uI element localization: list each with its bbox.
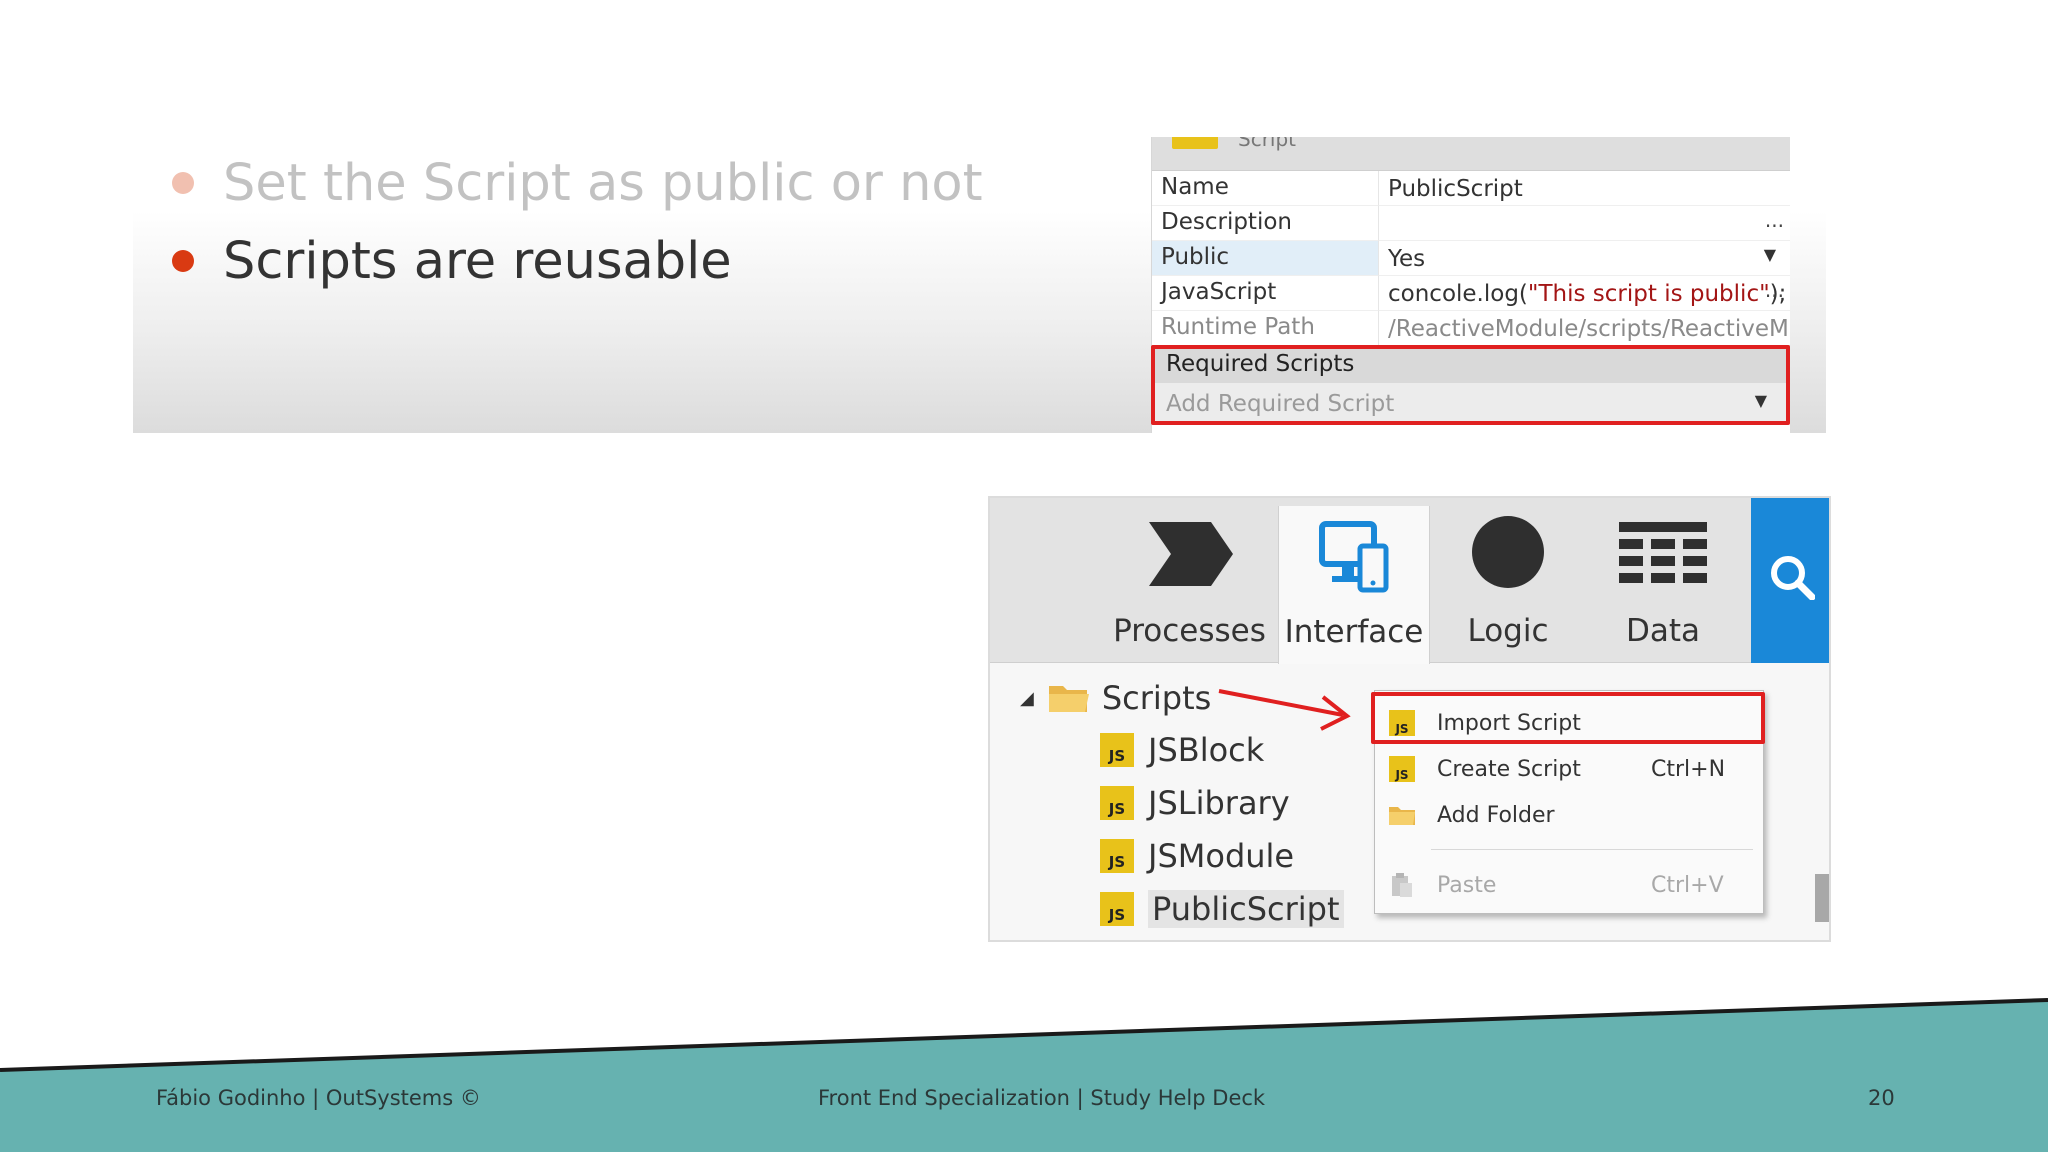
property-row-runtime-path: Runtime Path /ReactiveModule/scripts/Rea… <box>1152 311 1790 346</box>
footer-band <box>0 998 2048 1152</box>
menu-item-paste: Paste Ctrl+V <box>1375 863 1765 907</box>
tab-processes[interactable]: Processes <box>1112 498 1267 663</box>
bullet-text: Set the Script as public or not <box>223 153 983 213</box>
bullet-text: Scripts are reusable <box>223 231 732 291</box>
property-row-name[interactable]: Name PublicScript <box>1152 171 1790 206</box>
property-value-runtime-path: /ReactiveModule/scripts/ReactiveModu <box>1379 311 1790 346</box>
tree-item-selected[interactable]: JS PublicScript <box>1100 885 1344 933</box>
search-button[interactable] <box>1751 498 1829 663</box>
menu-item-label: Create Script <box>1437 756 1581 782</box>
tree-item-label: JSLibrary <box>1148 784 1290 822</box>
js-icon: JS <box>1389 756 1415 782</box>
paste-icon <box>1392 873 1412 897</box>
tree-item[interactable]: JS JSModule <box>1100 832 1294 880</box>
footer-author: Fábio Godinho | OutSystems © <box>156 1086 481 1110</box>
search-icon <box>1771 556 1815 600</box>
dropdown-arrow-icon[interactable]: ▼ <box>1764 245 1776 264</box>
js-icon: JS <box>1100 733 1134 767</box>
js-icon: JS <box>1100 839 1134 873</box>
pointer-arrow <box>1218 689 1351 731</box>
property-row-javascript[interactable]: JavaScript concole.log("This script is p… <box>1152 276 1790 311</box>
page-number: 20 <box>1868 1086 1895 1110</box>
tab-logic[interactable]: Logic <box>1438 498 1578 663</box>
property-key: JavaScript <box>1152 276 1379 311</box>
folder-icon <box>1389 807 1415 825</box>
properties-header: Script <box>1152 137 1790 171</box>
folder-icon <box>1048 686 1089 712</box>
property-row-description[interactable]: Description ... <box>1152 206 1790 241</box>
properties-header-label: Script <box>1238 137 1297 151</box>
menu-item-label: Add Folder <box>1437 802 1555 828</box>
property-row-public[interactable]: Public Yes ▼ <box>1152 241 1790 276</box>
menu-separator <box>1431 849 1753 850</box>
menu-item-shortcut: Ctrl+V <box>1651 872 1724 898</box>
tree-item-label: JSModule <box>1148 837 1295 875</box>
tab-interface[interactable]: Interface <box>1278 506 1430 664</box>
tab-data[interactable]: Data <box>1588 498 1738 663</box>
interface-devices-icon <box>1319 521 1389 593</box>
menu-item-add-folder[interactable]: Add Folder <box>1375 793 1765 837</box>
toolbar-tabs: Processes Interface Logic Data <box>990 498 1829 664</box>
code-string: "This script is public" <box>1527 281 1770 307</box>
logic-circle-icon <box>1472 516 1544 588</box>
ellipsis-button[interactable]: ... <box>1765 208 1784 232</box>
tab-label: Data <box>1625 613 1701 649</box>
bullet-item: Scripts are reusable <box>172 222 983 300</box>
highlight-box-import-script <box>1371 692 1765 744</box>
bullet-list: Set the Script as public or not Scripts … <box>172 144 983 300</box>
tree-item-label: PublicScript <box>1148 890 1344 928</box>
tree-item[interactable]: JS JSLibrary <box>1100 779 1290 827</box>
footer-deck-title: Front End Specialization | Study Help De… <box>818 1086 1266 1110</box>
menu-item-label: Paste <box>1437 872 1497 898</box>
property-key: Public <box>1152 241 1379 276</box>
processes-chevron-icon <box>1148 522 1233 586</box>
property-value-javascript[interactable]: concole.log("This script is public"); ..… <box>1379 276 1790 311</box>
tab-label: Processes <box>1113 613 1266 649</box>
data-grid-icon <box>1619 522 1707 583</box>
bullet-dot <box>172 250 194 272</box>
js-icon: JS <box>1100 892 1134 926</box>
property-key: Name <box>1152 171 1379 206</box>
js-icon: JS <box>1100 786 1134 820</box>
tree-item-label: JSBlock <box>1148 731 1265 769</box>
tree-scrollbar[interactable] <box>1815 874 1829 922</box>
highlight-box-required-scripts <box>1151 345 1790 425</box>
menu-item-create-script[interactable]: JS Create Script Ctrl+N <box>1375 747 1765 791</box>
tree-folder-scripts[interactable]: ◢ Scripts <box>1020 674 1211 722</box>
public-dropdown-value: Yes <box>1388 246 1426 272</box>
tab-label: Logic <box>1467 613 1549 649</box>
public-dropdown[interactable]: Yes ▼ <box>1379 241 1790 276</box>
property-value-name[interactable]: PublicScript <box>1379 171 1790 206</box>
property-key: Description <box>1152 206 1379 241</box>
property-key: Runtime Path <box>1152 311 1379 346</box>
property-value-description[interactable]: ... <box>1379 206 1790 241</box>
bullet-dot <box>172 172 194 194</box>
script-type-icon <box>1172 137 1218 149</box>
collapse-caret-icon[interactable]: ◢ <box>1020 688 1034 709</box>
menu-item-shortcut: Ctrl+N <box>1651 756 1726 782</box>
bullet-item: Set the Script as public or not <box>172 144 983 222</box>
code-prefix: concole.log( <box>1388 281 1528 307</box>
ellipsis-button[interactable]: ... <box>1765 278 1784 302</box>
tab-label: Interface <box>1284 614 1424 650</box>
tree-folder-label: Scripts <box>1101 679 1212 717</box>
